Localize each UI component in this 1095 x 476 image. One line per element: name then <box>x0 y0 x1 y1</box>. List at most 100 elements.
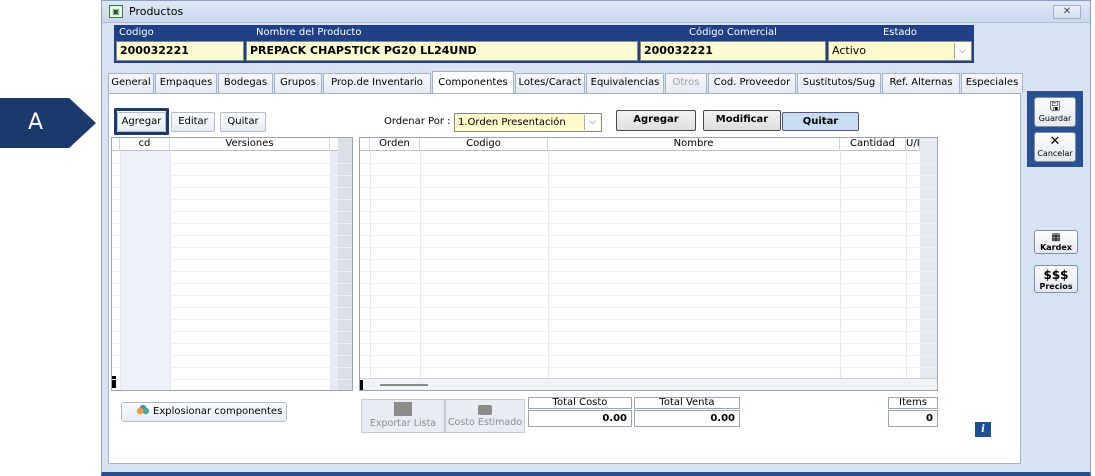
grid-line <box>420 151 421 379</box>
product-header: Codigo 200032221 Nombre del Producto PRE… <box>114 25 974 63</box>
tab-equivalencias[interactable]: Equivalencias <box>586 73 664 93</box>
codigo-field[interactable]: 200032221 <box>116 41 244 61</box>
precios-button[interactable]: $$$ Precios <box>1034 265 1078 293</box>
row-line <box>360 271 937 272</box>
explosionar-button[interactable]: Explosionar componentes <box>121 402 287 422</box>
row-line <box>360 175 937 176</box>
total-costo-value: 0.00 <box>528 410 632 427</box>
tab-componentes[interactable]: Componentes <box>432 71 514 93</box>
row-line <box>360 235 937 236</box>
row-line <box>112 367 352 368</box>
components-quitar-button[interactable]: Quitar <box>782 112 859 131</box>
estado-value: Activo <box>832 44 866 57</box>
row-line <box>360 163 937 164</box>
printer-icon <box>478 405 492 415</box>
col-um[interactable]: U/I <box>906 138 920 151</box>
row-line <box>112 235 352 236</box>
row-line <box>112 295 352 296</box>
row-line <box>112 259 352 260</box>
row-line <box>360 307 937 308</box>
row-line <box>112 271 352 272</box>
row-line <box>112 355 352 356</box>
row-line <box>360 331 937 332</box>
row-line <box>112 175 352 176</box>
versions-editar-button[interactable]: Editar <box>171 112 215 132</box>
ordenar-value: 1.Orden Presentación <box>458 117 566 128</box>
grid-line <box>548 151 549 379</box>
tab-especiales[interactable]: Especiales <box>961 73 1023 93</box>
callout-a: A <box>0 98 96 148</box>
nombre-column: Nombre del Producto PREPACK CHAPSTICK PG… <box>246 25 638 63</box>
row-indicator <box>112 376 116 388</box>
chevron-down-icon[interactable]: ⌵ <box>954 43 970 59</box>
grid-line <box>370 151 371 379</box>
costo-estimado-button[interactable]: Costo Estimado <box>445 399 525 433</box>
chevron-down-icon[interactable]: ⌵ <box>584 115 600 130</box>
components-modificar-button[interactable]: Modificar <box>703 110 781 131</box>
tab-sustitutos-sug[interactable]: Sustitutos/Sug <box>797 73 881 93</box>
horizontal-scroll-thumb[interactable] <box>380 384 428 386</box>
title-bar: ▣ Productos ✕ <box>102 1 1090 23</box>
componentes-panel: Agregar Editar Quitar cd Versiones Orden… <box>108 93 1021 464</box>
col-cd[interactable]: cd <box>120 138 170 151</box>
row-line <box>360 247 937 248</box>
row-line <box>360 367 937 368</box>
row-line <box>112 199 352 200</box>
row-line <box>360 211 937 212</box>
export-icon <box>394 402 412 416</box>
tab-otros: Otros <box>665 73 707 93</box>
versions-quitar-button[interactable]: Quitar <box>220 112 266 132</box>
keyboard-icon: ▦ <box>1051 232 1061 243</box>
col-versiones[interactable]: Versiones <box>170 138 330 151</box>
versions-grid-header: cd Versiones <box>112 138 352 151</box>
row-line <box>360 295 937 296</box>
tab-prop-inventario[interactable]: Prop.de Inventario <box>323 73 431 93</box>
tab-general[interactable]: General <box>108 73 154 93</box>
guardar-label: Guardar <box>1038 114 1072 123</box>
col-nombre[interactable]: Nombre <box>548 138 840 151</box>
row-line <box>112 307 352 308</box>
exportar-lista-button[interactable]: Exportar Lista <box>361 399 445 433</box>
versions-grid[interactable]: cd Versiones <box>111 137 353 391</box>
row-line <box>360 319 937 320</box>
nombre-field[interactable]: PREPACK CHAPSTICK PG20 LL24UND <box>246 41 638 61</box>
ordenar-select[interactable]: 1.Orden Presentación ⌵ <box>454 113 602 132</box>
comercial-field[interactable]: 200032221 <box>640 41 826 61</box>
comercial-column: Código Comercial 200032221 <box>640 25 826 63</box>
tab-lotes-caract[interactable]: Lotes/Caract <box>515 73 585 93</box>
row-selector-header <box>360 138 370 151</box>
kardex-button[interactable]: ▦ Kardex <box>1034 230 1078 254</box>
components-horizontal-scrollbar[interactable] <box>360 378 937 390</box>
row-line <box>360 343 937 344</box>
tab-bodegas[interactable]: Bodegas <box>218 73 273 93</box>
cancel-icon: ✕ <box>1049 134 1061 149</box>
components-grid-header: Orden Codigo Nombre Cantidad U/I <box>360 138 937 151</box>
row-line <box>360 355 937 356</box>
row-line <box>112 211 352 212</box>
components-icon <box>136 405 150 415</box>
estado-select[interactable]: Activo ⌵ <box>828 41 972 61</box>
close-button[interactable]: ✕ <box>1053 5 1081 19</box>
tab-empaques[interactable]: Empaques <box>155 73 217 93</box>
components-grid[interactable]: Orden Codigo Nombre Cantidad U/I <box>359 137 938 391</box>
versions-agregar-button[interactable]: Agregar <box>117 112 166 132</box>
cancelar-button[interactable]: ✕ Cancelar <box>1034 132 1076 162</box>
total-costo-label: Total Costo <box>528 397 632 409</box>
row-line <box>360 187 937 188</box>
components-vertical-scrollbar[interactable] <box>920 138 937 378</box>
tab-cod-proveedor[interactable]: Cod. Proveedor <box>708 73 796 93</box>
guardar-button[interactable]: 🖫 Guardar <box>1034 97 1076 127</box>
app-icon: ▣ <box>109 5 123 18</box>
ordenar-label: Ordenar Por : <box>384 116 451 127</box>
window-title: Productos <box>129 5 184 18</box>
tab-ref-alternas[interactable]: Ref. Alternas <box>882 73 960 93</box>
col-codigo[interactable]: Codigo <box>420 138 548 151</box>
info-icon[interactable]: i <box>975 422 991 437</box>
col-cantidad[interactable]: Cantidad <box>840 138 906 151</box>
components-agregar-button[interactable]: Agregar <box>616 110 696 131</box>
precios-label: Precios <box>1039 282 1073 291</box>
tab-grupos[interactable]: Grupos <box>274 73 322 93</box>
col-orden[interactable]: Orden <box>370 138 420 151</box>
codigo-label: Codigo <box>119 27 154 38</box>
grid-line <box>840 151 841 379</box>
